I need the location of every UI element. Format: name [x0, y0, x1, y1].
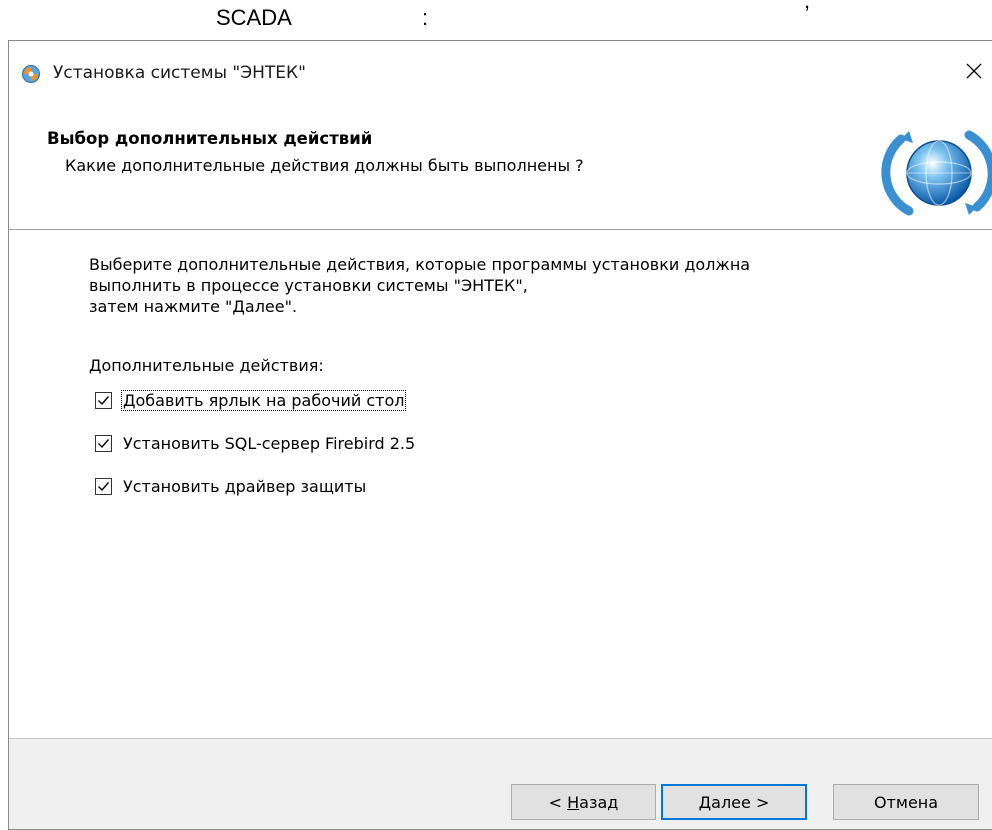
doc-fragment-comma: , [804, 0, 811, 13]
instructions-text: Выберите дополнительные действия, которы… [89, 254, 750, 317]
doc-fragment-scada: SCADA [216, 5, 292, 30]
doc-fragment-colon: : [422, 5, 429, 30]
checkmark-icon [98, 438, 110, 448]
page-subtitle: Какие дополнительные действия должны быт… [65, 156, 584, 175]
checkbox-protection-driver[interactable] [95, 477, 112, 495]
document-text: SCADA : , [0, 0, 992, 40]
close-icon [965, 62, 983, 85]
instructions-line: выполнить в процессе установки системы "… [89, 276, 528, 295]
globe-refresh-icon [879, 119, 992, 227]
wizard-header: Выбор дополнительных действий Какие допо… [9, 103, 992, 229]
back-button-label: азад [579, 792, 619, 812]
task-label: Установить SQL-сервер Firebird 2.5 [123, 433, 416, 453]
checkbox-desktop-shortcut[interactable] [95, 391, 112, 409]
wizard-footer: < Назад Далее > Отмена [9, 739, 992, 829]
next-button-accel: Д [698, 792, 712, 812]
window-title: Установка системы "ЭНТЕК" [53, 63, 306, 83]
task-label: Добавить ярлык на рабочий стол [120, 389, 407, 411]
wizard-content: Выберите дополнительные действия, которы… [9, 230, 992, 738]
task-protection-driver[interactable]: Установить драйвер защиты [95, 472, 367, 500]
checkmark-icon [98, 481, 110, 491]
task-firebird-server[interactable]: Установить SQL-сервер Firebird 2.5 [95, 429, 416, 457]
checkmark-icon [98, 395, 110, 405]
task-desktop-shortcut[interactable]: Добавить ярлык на рабочий стол [95, 386, 407, 414]
instructions-line: затем нажмите "Далее". [89, 297, 298, 316]
page-title: Выбор дополнительных действий [47, 129, 373, 148]
task-label: Установить драйвер защиты [123, 476, 367, 496]
cancel-button[interactable]: Отмена [833, 784, 979, 820]
installer-window: Установка системы "ЭНТЕК" Выбор дополнит… [8, 40, 992, 830]
checkbox-firebird-server[interactable] [95, 434, 112, 452]
close-button[interactable] [951, 51, 992, 95]
cancel-button-label: Отмена [873, 792, 939, 812]
next-button[interactable]: Далее > [661, 784, 807, 820]
instructions-line: Выберите дополнительные действия, которы… [89, 255, 751, 274]
back-button[interactable]: < Назад [511, 784, 656, 820]
title-bar[interactable]: Установка системы "ЭНТЕК" [9, 41, 992, 103]
back-button-accel: Н [567, 792, 580, 812]
tasks-group-label: Дополнительные действия: [89, 356, 324, 375]
next-button-label: алее > [711, 792, 770, 812]
installer-app-icon [21, 64, 41, 84]
back-button-prefix: < [548, 792, 568, 812]
